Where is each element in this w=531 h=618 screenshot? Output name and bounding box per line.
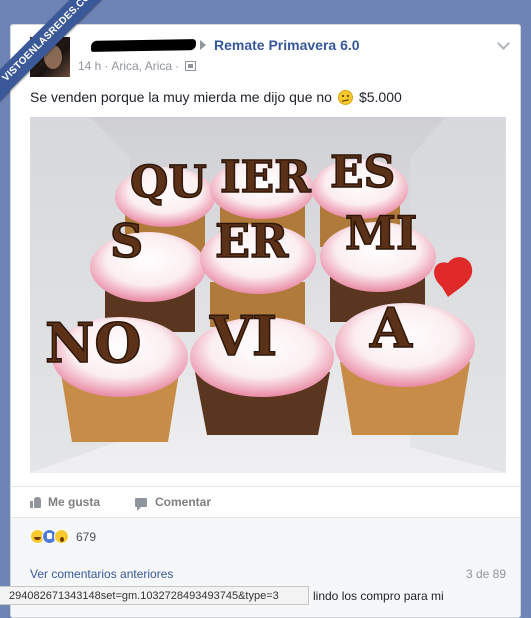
photo-letters: A bbox=[369, 296, 413, 360]
like-label: Me gusta bbox=[48, 495, 101, 509]
triangle-right-icon bbox=[200, 40, 206, 50]
photo-letters: VI bbox=[209, 304, 277, 368]
post-meta: 14 h · Arica, Arica · bbox=[78, 59, 197, 73]
photo-letters: S bbox=[110, 214, 143, 268]
photo-letters: ES bbox=[330, 147, 395, 198]
photo-letters: MI bbox=[345, 206, 417, 260]
reaction-count[interactable]: 679 bbox=[76, 530, 96, 544]
wow-icon bbox=[54, 529, 69, 544]
comment-button[interactable]: Comentar bbox=[135, 495, 212, 511]
comment-icon bbox=[135, 497, 147, 511]
post-photo[interactable]: QU IER ES S ER MI NO VI A bbox=[30, 117, 506, 473]
view-previous-comments-link[interactable]: Ver comentarios anteriores bbox=[30, 567, 173, 581]
meta-separator: · bbox=[104, 59, 109, 73]
post-body: Se venden porque la muy mierda me dijo q… bbox=[30, 89, 332, 105]
post-text: Se venden porque la muy mierda me dijo q… bbox=[30, 89, 402, 105]
comment-count: 3 de 89 bbox=[465, 567, 506, 581]
photo-letters: IER bbox=[220, 152, 311, 203]
reaction-summary[interactable]: 679 bbox=[30, 529, 96, 544]
confused-face-icon bbox=[337, 89, 353, 105]
photo-letters: ER bbox=[215, 214, 289, 268]
comment-snippet: lindo los compro para mi bbox=[313, 589, 444, 603]
like-button[interactable]: Me gusta bbox=[30, 495, 100, 509]
photo-letters: QU bbox=[130, 157, 207, 208]
post-card: Remate Primavera 6.0 14 h · Arica, Arica… bbox=[10, 24, 521, 618]
thumbs-up-icon bbox=[30, 496, 41, 508]
cupcakes-photo: QU IER ES S ER MI NO VI A bbox=[30, 117, 506, 473]
status-url-tooltip: 294082671343148set=gm.1032728493493745&t… bbox=[0, 586, 309, 605]
chevron-down-icon[interactable] bbox=[497, 37, 510, 50]
post-time[interactable]: 14 h bbox=[78, 59, 101, 73]
meta-separator: · bbox=[175, 59, 180, 73]
post-actions: Me gusta Comentar bbox=[11, 486, 520, 517]
comment-label: Comentar bbox=[155, 495, 212, 509]
group-name-link[interactable]: Remate Primavera 6.0 bbox=[214, 37, 360, 53]
post-location[interactable]: Arica, Arica bbox=[111, 59, 172, 73]
reactions-bar[interactable]: 679 bbox=[11, 517, 520, 557]
censored-author-name bbox=[90, 39, 197, 52]
post-price: $5.000 bbox=[358, 89, 402, 105]
audience-icon[interactable] bbox=[185, 61, 197, 71]
photo-letters: NO bbox=[45, 311, 141, 375]
